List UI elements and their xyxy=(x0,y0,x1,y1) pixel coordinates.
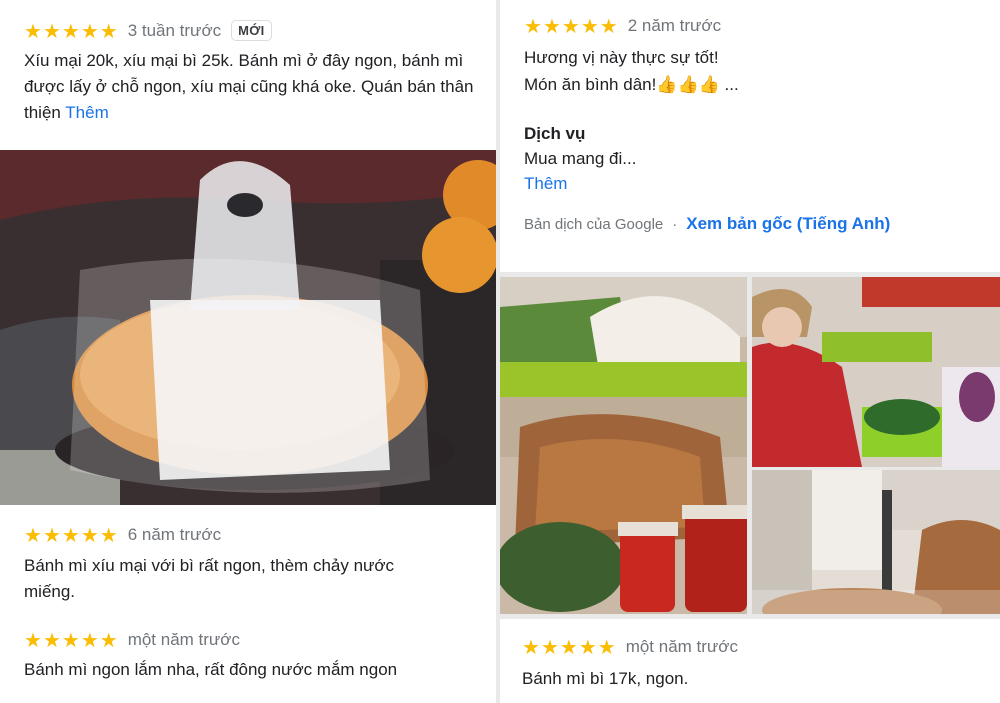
review-photo-counter[interactable] xyxy=(752,470,1000,614)
star-icon: ★ xyxy=(99,523,118,547)
stall-counter-image xyxy=(752,470,1000,614)
bread-bag-image xyxy=(0,150,496,505)
separator-dot: · xyxy=(672,215,678,233)
new-badge: MỚI xyxy=(231,20,272,41)
review-header: ★ ★ ★ ★ ★ một năm trước xyxy=(24,630,240,650)
review-date: một năm trước xyxy=(625,637,738,656)
stall-ingredients-image xyxy=(500,277,747,614)
star-icon: ★ xyxy=(42,523,61,547)
review-text: Bánh mì ngon lắm nha, rất đông nước mắm … xyxy=(24,660,398,679)
star-icon: ★ xyxy=(80,18,99,43)
star-rating: ★ ★ ★ ★ ★ xyxy=(524,16,618,36)
review-text-line-1: Hương vị này thực sự tốt! xyxy=(524,48,719,67)
review-card-1: ★ ★ ★ ★ ★ 3 tuần trước MỚI Xíu mại 20k, xíu … xyxy=(0,0,496,505)
star-icon: ★ xyxy=(61,628,80,652)
vendor-image xyxy=(752,277,1000,467)
review-card-3: ★ ★ ★ ★ ★ 6 năm trước Bánh mì xíu mại với bì… xyxy=(0,505,496,703)
review-header: ★ ★ ★ ★ ★ một năm trước xyxy=(522,637,738,657)
service-heading: Dịch vụ xyxy=(524,124,586,143)
review-date: 3 tuần trước xyxy=(127,20,222,40)
star-rating: ★ ★ ★ ★ ★ xyxy=(24,525,118,545)
review-text-line-2: Món ăn bình dân!👍👍👍 ... xyxy=(524,75,739,94)
star-icon: ★ xyxy=(559,635,578,659)
star-icon: ★ xyxy=(42,18,61,43)
review-header: ★ ★ ★ ★ ★ 3 tuần trước MỚI xyxy=(24,20,272,41)
star-icon: ★ xyxy=(42,628,61,652)
service-text: Mua mang đi... xyxy=(524,149,637,168)
review-header: ★ ★ ★ ★ ★ 2 năm trước xyxy=(524,16,721,36)
review-photo-bread[interactable] xyxy=(0,150,496,505)
translated-by-label: Bản dịch của Google xyxy=(524,215,664,233)
review-text: Bánh mì bì 17k, ngon. xyxy=(522,669,689,688)
review-text: Bánh mì xíu mại với bì rất ngon, thèm ch… xyxy=(24,556,395,601)
star-icon: ★ xyxy=(561,14,580,38)
star-icon: ★ xyxy=(597,635,616,659)
review-date: 6 năm trước xyxy=(127,525,222,544)
review-photo-vendor[interactable] xyxy=(752,277,1000,467)
review-text: Xíu mại 20k, xíu mại bì 25k. Bánh mì ở đ… xyxy=(24,51,474,122)
star-icon: ★ xyxy=(580,14,599,38)
star-icon: ★ xyxy=(24,628,42,652)
review-photo-stall[interactable] xyxy=(500,277,747,614)
star-icon: ★ xyxy=(99,628,118,652)
review-card-2: ★ ★ ★ ★ ★ 2 năm trước Hương vị này thực sự t… xyxy=(500,0,1000,272)
more-link[interactable]: Thêm xyxy=(65,103,108,122)
star-icon: ★ xyxy=(599,14,618,38)
star-icon: ★ xyxy=(80,628,99,652)
star-icon: ★ xyxy=(542,14,561,38)
star-icon: ★ xyxy=(540,635,559,659)
star-icon: ★ xyxy=(522,635,540,659)
star-icon: ★ xyxy=(61,18,80,43)
star-icon: ★ xyxy=(578,635,597,659)
star-rating: ★ ★ ★ ★ ★ xyxy=(522,637,616,657)
star-rating: ★ ★ ★ ★ ★ xyxy=(24,630,118,650)
star-icon: ★ xyxy=(524,14,542,38)
review-card-5: ★ ★ ★ ★ ★ một năm trước Bánh mì bì 17k, ngon… xyxy=(500,619,1000,703)
star-icon: ★ xyxy=(24,18,42,43)
review-header: ★ ★ ★ ★ ★ 6 năm trước xyxy=(24,525,221,545)
review-date: một năm trước xyxy=(127,630,240,649)
see-original-link[interactable]: Xem bản gốc (Tiếng Anh) xyxy=(686,214,890,234)
star-rating: ★ ★ ★ ★ ★ xyxy=(24,21,118,41)
review-date: 2 năm trước xyxy=(627,16,722,35)
star-icon: ★ xyxy=(99,18,118,43)
more-link[interactable]: Thêm xyxy=(524,171,567,197)
star-icon: ★ xyxy=(61,523,80,547)
star-icon: ★ xyxy=(24,523,42,547)
translation-row: Bản dịch của Google · Xem bản gốc (Tiếng… xyxy=(524,214,890,234)
star-icon: ★ xyxy=(80,523,99,547)
